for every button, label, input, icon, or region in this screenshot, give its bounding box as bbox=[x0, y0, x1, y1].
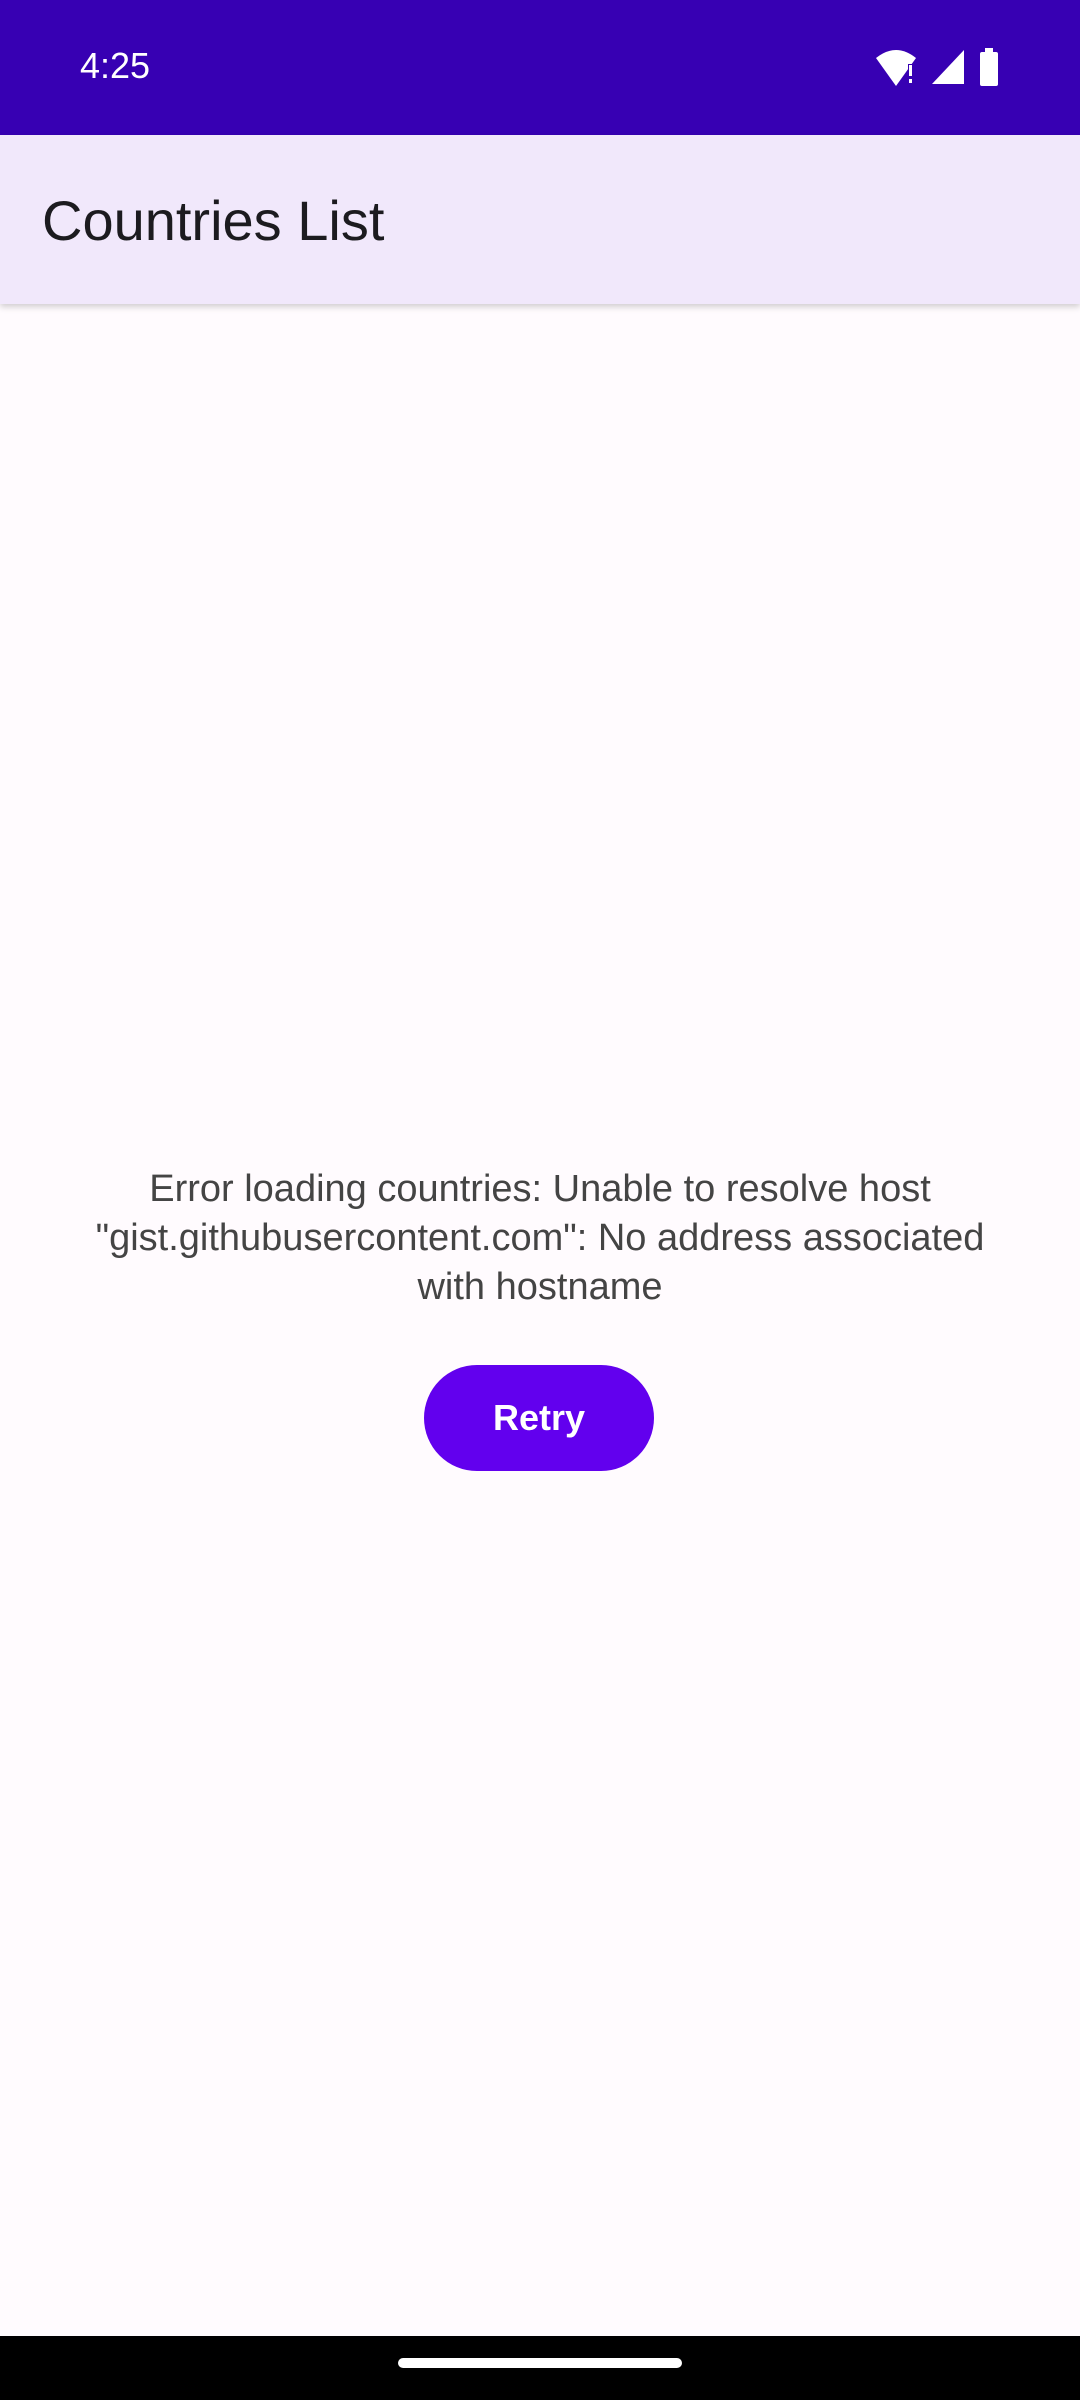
status-time: 4:25 bbox=[80, 45, 151, 86]
home-gesture-handle[interactable] bbox=[398, 2358, 682, 2368]
battery-icon bbox=[978, 46, 1000, 88]
cellular-signal-icon bbox=[930, 46, 966, 88]
error-message: Error loading countries: Unable to resol… bbox=[95, 1168, 985, 1308]
wifi-alert-icon bbox=[874, 46, 918, 88]
page-title: Countries List bbox=[42, 189, 385, 252]
status-icons bbox=[874, 46, 1000, 88]
app-bar: Countries List bbox=[0, 135, 1080, 304]
navigation-bar bbox=[0, 2336, 1080, 2400]
status-bar: 4:25 bbox=[0, 0, 1080, 135]
retry-button[interactable]: Retry bbox=[424, 1365, 654, 1471]
main-content: Error loading countries: Unable to resol… bbox=[0, 304, 1080, 2336]
